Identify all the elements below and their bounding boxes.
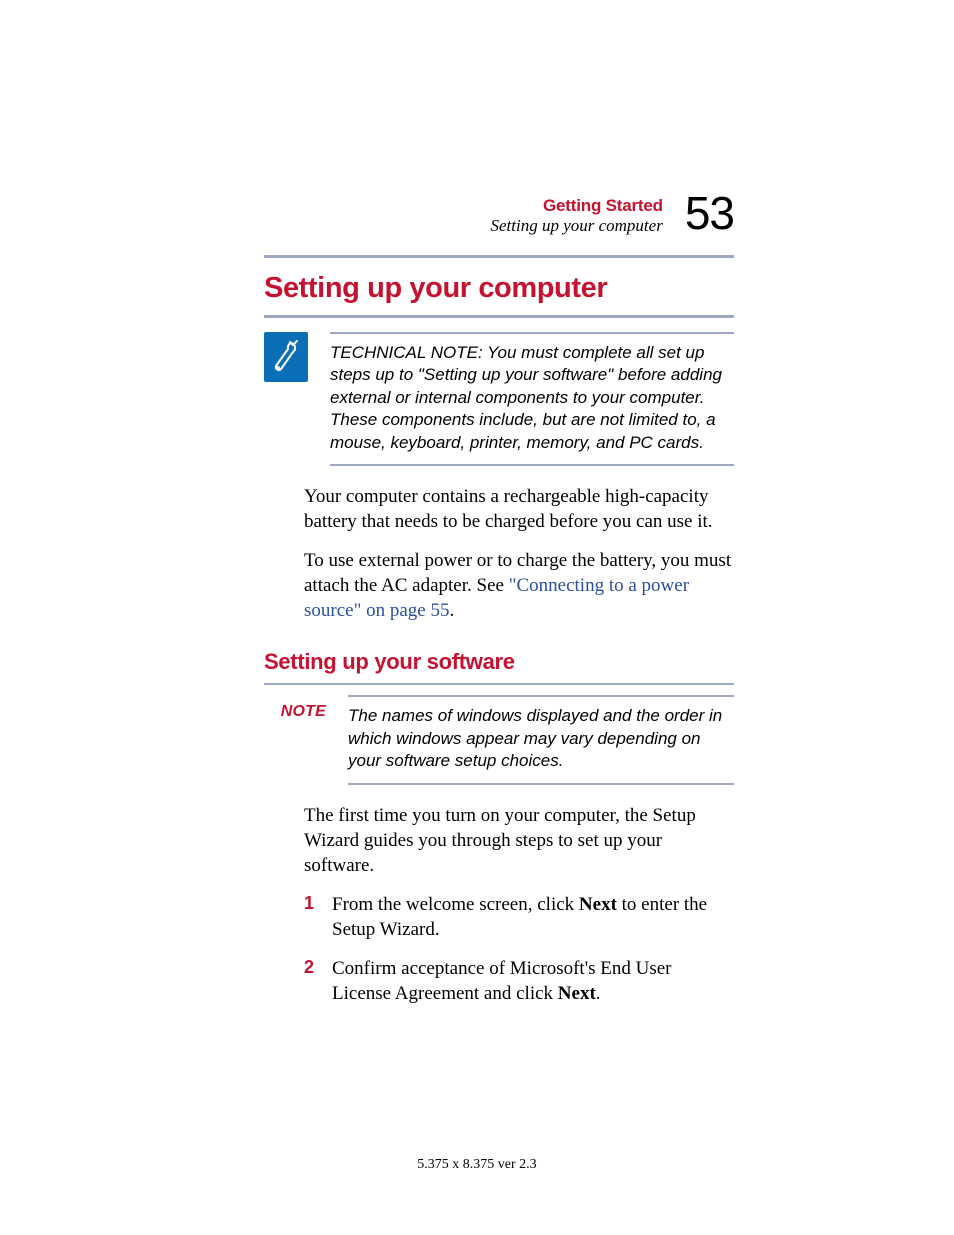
text-run: .: [596, 983, 601, 1004]
note-label: NOTE: [264, 695, 326, 784]
bold-text: Next: [558, 983, 596, 1004]
divider-rule: [264, 255, 734, 258]
text-run: .: [449, 600, 454, 621]
divider-rule: [264, 683, 734, 685]
text-run: Confirm acceptance of Microsoft's End Us…: [332, 958, 672, 1004]
subsection-title: Setting up your software: [264, 649, 734, 675]
body-paragraph: The first time you turn on your computer…: [304, 803, 734, 878]
step-item: From the welcome screen, click Next to e…: [304, 892, 734, 942]
body-text: Your computer contains a rechargeable hi…: [304, 484, 734, 623]
note-block: NOTE The names of windows displayed and …: [264, 695, 734, 784]
page-footer: 5.375 x 8.375 ver 2.3: [0, 1157, 954, 1173]
step-item: Confirm acceptance of Microsoft's End Us…: [304, 956, 734, 1006]
numbered-steps: From the welcome screen, click Next to e…: [304, 892, 734, 1006]
running-head-text: Getting Started Setting up your computer: [490, 190, 662, 237]
document-page: Getting Started Setting up your computer…: [0, 0, 954, 1006]
body-paragraph: Your computer contains a rechargeable hi…: [304, 484, 734, 534]
page-number: 53: [685, 190, 734, 236]
bold-text: Next: [579, 894, 617, 915]
running-head: Getting Started Setting up your computer…: [264, 190, 734, 237]
body-paragraph: To use external power or to charge the b…: [304, 548, 734, 623]
body-text: The first time you turn on your computer…: [304, 803, 734, 1007]
page-title: Setting up your computer: [264, 272, 734, 305]
technical-note: TECHNICAL NOTE: You must complete all se…: [264, 332, 734, 466]
divider-rule: [264, 315, 734, 318]
wrench-icon: [264, 332, 308, 382]
chapter-name: Getting Started: [490, 196, 662, 216]
note-text: The names of windows displayed and the o…: [348, 695, 734, 784]
technical-note-text: TECHNICAL NOTE: You must complete all se…: [330, 332, 734, 466]
text-run: From the welcome screen, click: [332, 894, 579, 915]
section-name: Setting up your computer: [490, 216, 662, 236]
